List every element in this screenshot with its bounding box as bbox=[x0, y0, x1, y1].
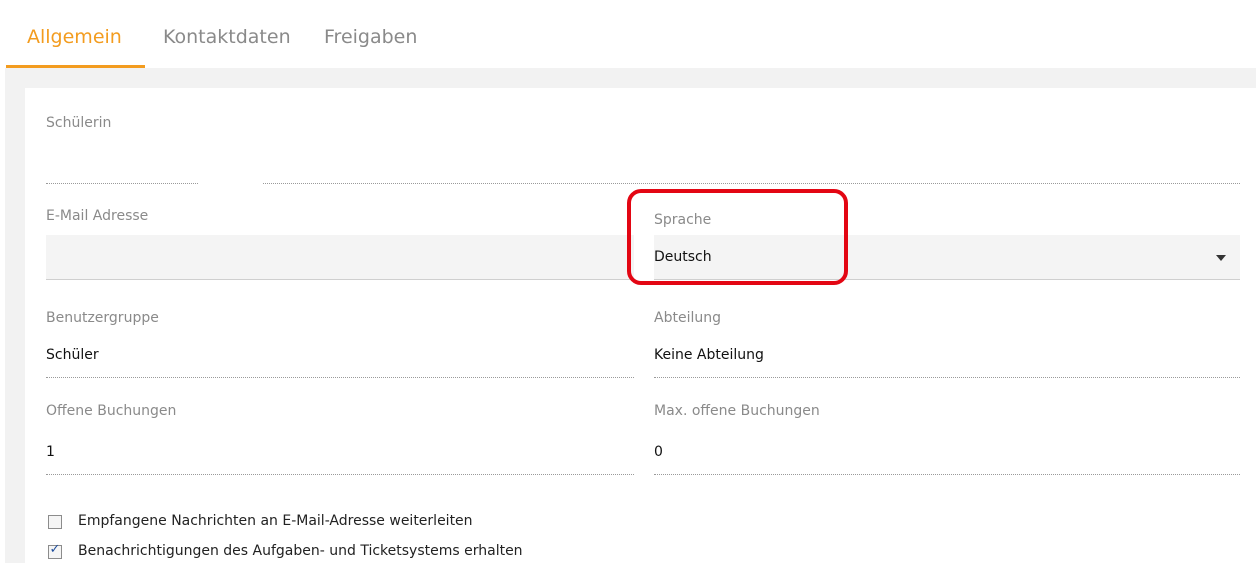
email-label: E-Mail Adresse bbox=[46, 208, 149, 224]
department-value: Keine Abteilung bbox=[654, 347, 764, 363]
caret-down-icon[interactable] bbox=[1216, 255, 1226, 261]
forward-messages-checkbox[interactable] bbox=[48, 515, 62, 529]
tab-bar: Allgemein Kontaktdaten Freigaben bbox=[0, 0, 1256, 68]
checkmark-icon: ✓ bbox=[49, 542, 61, 557]
language-underline bbox=[654, 279, 1240, 280]
student-label: Schülerin bbox=[46, 115, 112, 131]
usergroup-value: Schüler bbox=[46, 347, 99, 363]
form-panel bbox=[25, 88, 1256, 563]
ticket-notifications-checkbox[interactable]: ✓ bbox=[48, 542, 62, 559]
tab-allgemein[interactable]: Allgemein bbox=[6, 26, 145, 68]
department-underline bbox=[654, 377, 1240, 378]
max-open-bookings-value: 0 bbox=[654, 444, 663, 460]
usergroup-underline bbox=[46, 377, 634, 378]
email-underline bbox=[46, 279, 634, 280]
student-last-name-underline[interactable] bbox=[263, 183, 1240, 184]
open-bookings-label: Offene Buchungen bbox=[46, 403, 177, 419]
language-label: Sprache bbox=[654, 212, 712, 228]
max-open-bookings-label: Max. offene Buchungen bbox=[654, 403, 820, 419]
student-first-name-underline[interactable] bbox=[46, 183, 198, 184]
forward-messages-label[interactable]: Empfangene Nachrichten an E-Mail-Adresse… bbox=[78, 513, 473, 529]
department-label: Abteilung bbox=[654, 310, 721, 326]
usergroup-label: Benutzergruppe bbox=[46, 310, 159, 326]
language-select[interactable]: Deutsch bbox=[654, 235, 1240, 279]
ticket-notifications-label[interactable]: Benachrichtigungen des Aufgaben- und Tic… bbox=[78, 543, 523, 559]
max-open-bookings-underline bbox=[654, 474, 1240, 475]
tab-kontaktdaten[interactable]: Kontaktdaten bbox=[163, 26, 291, 68]
open-bookings-value: 1 bbox=[46, 444, 55, 460]
language-selected-value: Deutsch bbox=[654, 249, 712, 265]
email-field[interactable] bbox=[46, 235, 634, 279]
open-bookings-underline bbox=[46, 474, 634, 475]
page: Allgemein Kontaktdaten Freigaben Schüler… bbox=[0, 0, 1256, 563]
tab-freigaben[interactable]: Freigaben bbox=[324, 26, 417, 68]
